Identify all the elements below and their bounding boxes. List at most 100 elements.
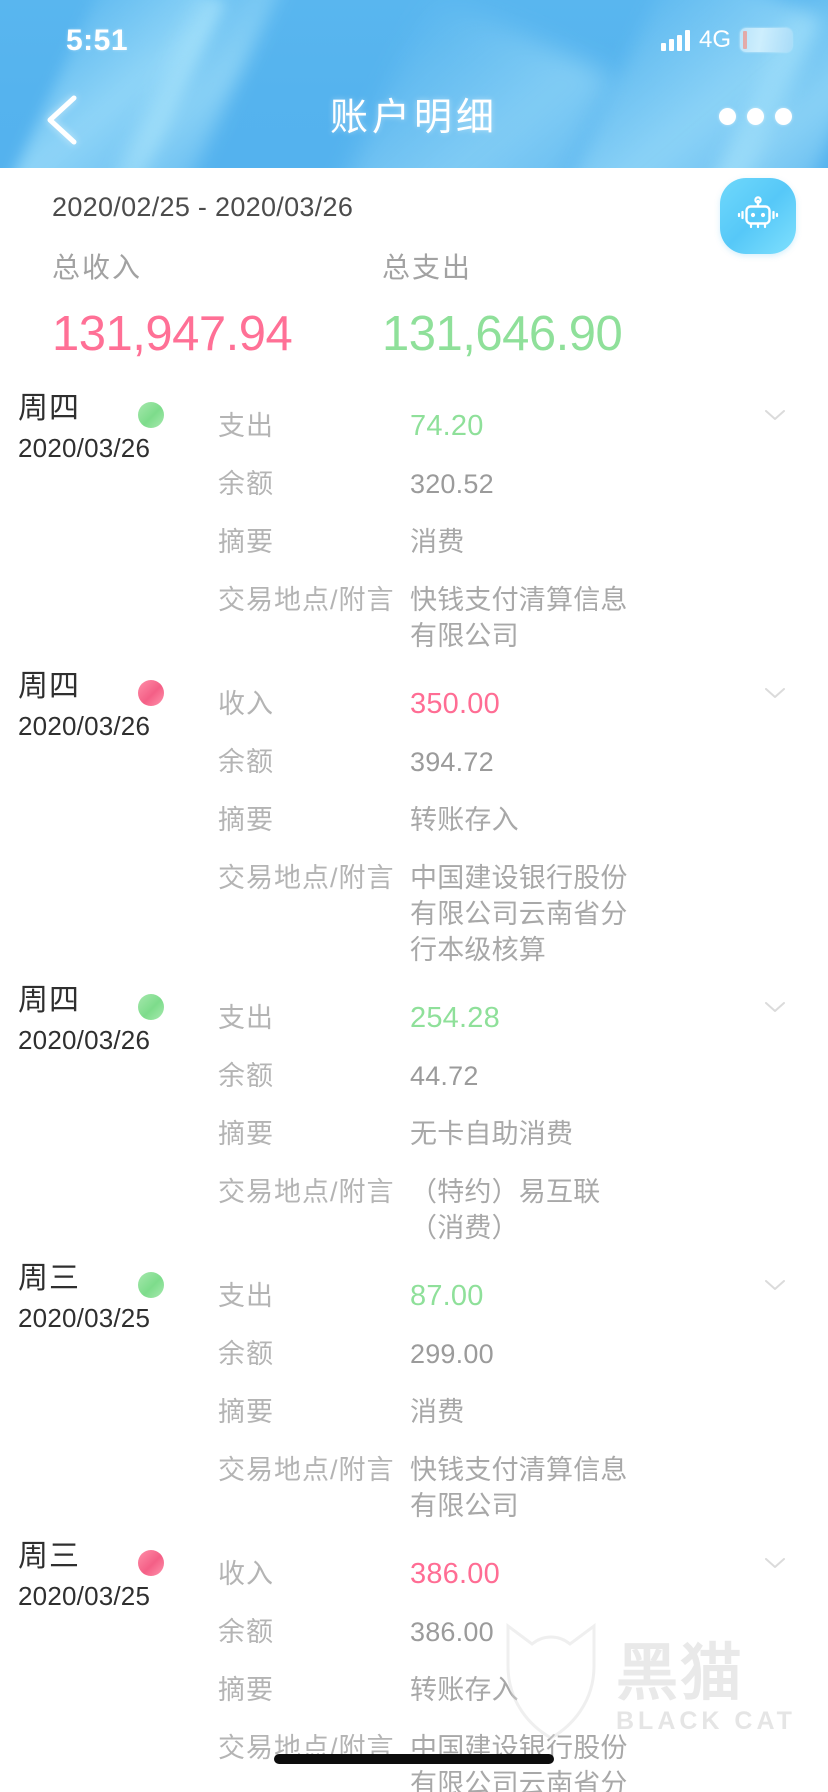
transaction-fields: 收入 350.00 余额 394.72 摘要 转账存入 交易地点/附言 中国建设银行股份有限公… — [218, 686, 828, 968]
page-title: 账户明细 — [329, 97, 498, 139]
balance-label: 余额 — [218, 747, 274, 777]
transaction-type-label: 支出 — [218, 411, 274, 441]
transaction-type-dot-icon — [138, 1272, 164, 1298]
navigation-bar: 账户明细 — [0, 72, 828, 168]
transaction-type-label: 收入 — [218, 689, 274, 719]
transaction-field-row: 支出 254.28 — [218, 1000, 648, 1036]
transaction-amount: 74.20 — [410, 410, 484, 442]
more-horizontal-icon[interactable] — [719, 108, 792, 125]
home-indicator — [274, 1754, 554, 1764]
network-type-label: 4G — [698, 26, 731, 53]
balance-label: 余额 — [218, 469, 274, 499]
transaction-date: 周四 2020/03/26 — [18, 390, 188, 466]
transaction-summary: 无卡自助消费 — [410, 1119, 574, 1149]
transaction-location: 快钱支付清算信息有限公司 — [410, 585, 628, 651]
total-income-block: 总收入 131,947.94 — [52, 246, 293, 362]
transaction-item[interactable]: 周四 2020/03/26 支出 254.28 余额 44.72 摘要 无卡自助消费 交易地点/… — [0, 982, 828, 1260]
chevron-down-icon[interactable] — [764, 1556, 786, 1570]
transaction-day: 2020/03/26 — [18, 433, 151, 463]
transaction-field-row: 余额 386.00 — [218, 1614, 648, 1650]
transaction-amount: 87.00 — [410, 1280, 484, 1312]
summary-label: 摘要 — [218, 1119, 274, 1149]
chevron-down-icon[interactable] — [764, 1000, 786, 1014]
transaction-type-dot-icon — [138, 402, 164, 428]
summary-label: 摘要 — [218, 527, 274, 557]
app-screen: 5:51 4G 账户明细 2020/02/25 - 2020/03/26 总收入… — [0, 0, 828, 1792]
location-label: 交易地点/附言 — [218, 863, 395, 893]
transaction-field-row: 余额 320.52 — [218, 466, 648, 502]
summary-label: 摘要 — [218, 1675, 274, 1705]
transaction-day: 2020/03/25 — [18, 1303, 151, 1333]
transaction-item[interactable]: 周三 2020/03/25 支出 87.00 余额 299.00 摘要 消费交易地点/附言 快钱… — [0, 1260, 828, 1538]
transaction-item[interactable]: 周四 2020/03/26 支出 74.20 余额 320.52 摘要 消费 交易地点/附言 快钱… — [0, 390, 828, 668]
transaction-fields: 支出 87.00 余额 299.00 摘要 消费交易地点/附言 快钱支付清算信息有限公司 — [218, 1278, 828, 1524]
transaction-balance: 320.52 — [410, 469, 494, 499]
transaction-balance: 299.00 — [410, 1339, 494, 1369]
transaction-field-row: 余额 394.72 — [218, 744, 648, 780]
transaction-list[interactable]: 周四 2020/03/26 支出 74.20 余额 320.52 摘要 消费 交易地点/附言 快钱… — [0, 390, 828, 1792]
battery-icon — [740, 28, 792, 52]
transaction-type-label: 支出 — [218, 1003, 274, 1033]
chevron-down-icon[interactable] — [764, 1278, 786, 1292]
robot-assistant-icon[interactable] — [720, 178, 796, 254]
transaction-field-row: 交易地点/附言 快钱支付清算信息有限公司 — [218, 582, 648, 654]
transaction-field-row: 摘要 消费 — [218, 524, 648, 560]
total-expense-value: 131,646.90 — [382, 307, 623, 361]
transaction-day: 2020/03/26 — [18, 711, 151, 741]
summary-label: 摘要 — [218, 805, 274, 835]
total-income-label: 总收入 — [52, 252, 143, 283]
transaction-field-row: 交易地点/附言中国建设银行股份有限公司云南省分行本级核算 — [218, 860, 648, 968]
balance-label: 余额 — [218, 1339, 274, 1369]
summary-panel: 2020/02/25 - 2020/03/26 总收入 131,947.94 总… — [0, 168, 828, 390]
status-indicators: 4G — [660, 26, 792, 53]
transaction-balance: 44.72 — [410, 1061, 479, 1091]
transaction-balance: 394.72 — [410, 747, 494, 777]
transaction-amount: 386.00 — [410, 1558, 500, 1590]
transaction-field-row: 交易地点/附言 快钱支付清算信息有限公司 — [218, 1452, 648, 1524]
transaction-day: 2020/03/25 — [18, 1581, 151, 1611]
transaction-date: 周三 2020/03/25 — [18, 1538, 188, 1614]
transaction-location: 中国建设银行股份有限公司云南省分行本级核算 — [410, 863, 628, 965]
summary-label: 摘要 — [218, 1397, 274, 1427]
transaction-type-label: 收入 — [218, 1559, 274, 1589]
transaction-type-dot-icon — [138, 994, 164, 1020]
transaction-day: 2020/03/26 — [18, 1025, 151, 1055]
transaction-field-row: 摘要 消费 — [218, 1394, 648, 1430]
transaction-fields: 支出 74.20 余额 320.52 摘要 消费 交易地点/附言 快钱支付清算信息有限公司 — [218, 408, 828, 654]
app-header: 5:51 4G 账户明细 — [0, 0, 828, 168]
transaction-fields: 支出 254.28 余额 44.72 摘要 无卡自助消费 交易地点/附言 （特约）易互联（消费… — [218, 1000, 828, 1246]
transaction-item[interactable]: 周四 2020/03/26 收入 350.00 余额 394.72 摘要 转账存入 交易地点/附… — [0, 668, 828, 982]
transaction-balance: 386.00 — [410, 1617, 494, 1647]
totals-row: 总收入 131,947.94 总支出 131,646.90 — [0, 246, 828, 386]
transaction-type-label: 支出 — [218, 1281, 274, 1311]
transaction-summary: 消费 — [410, 527, 465, 557]
transaction-summary: 转账存入 — [410, 1675, 519, 1705]
chevron-down-icon[interactable] — [764, 686, 786, 700]
transaction-date: 周四 2020/03/26 — [18, 982, 188, 1058]
transaction-field-row: 余额 44.72 — [218, 1058, 648, 1094]
transaction-field-row: 摘要 转账存入 — [218, 802, 648, 838]
transaction-type-dot-icon — [138, 1550, 164, 1576]
transaction-type-dot-icon — [138, 680, 164, 706]
date-range-label[interactable]: 2020/02/25 - 2020/03/26 — [52, 192, 353, 223]
balance-label: 余额 — [218, 1061, 274, 1091]
chevron-down-icon[interactable] — [764, 408, 786, 422]
location-label: 交易地点/附言 — [218, 585, 395, 615]
transaction-location: 快钱支付清算信息有限公司 — [410, 1455, 628, 1521]
status-time: 5:51 — [66, 24, 129, 57]
balance-label: 余额 — [218, 1617, 274, 1647]
location-label: 交易地点/附言 — [218, 1455, 395, 1485]
transaction-summary: 转账存入 — [410, 805, 519, 835]
signal-bars-icon — [660, 29, 690, 51]
transaction-date: 周三 2020/03/25 — [18, 1260, 188, 1336]
transaction-field-row: 支出 87.00 — [218, 1278, 648, 1314]
transaction-field-row: 摘要 无卡自助消费 — [218, 1116, 648, 1152]
status-bar: 5:51 4G — [0, 0, 828, 72]
transaction-amount: 254.28 — [410, 1002, 500, 1034]
total-expense-block: 总支出 131,646.90 — [382, 246, 623, 362]
transaction-date: 周四 2020/03/26 — [18, 668, 188, 744]
transaction-field-row: 余额 299.00 — [218, 1336, 648, 1372]
transaction-field-row: 摘要 转账存入 — [218, 1672, 648, 1708]
total-expense-label: 总支出 — [382, 252, 473, 283]
transaction-amount: 350.00 — [410, 688, 500, 720]
